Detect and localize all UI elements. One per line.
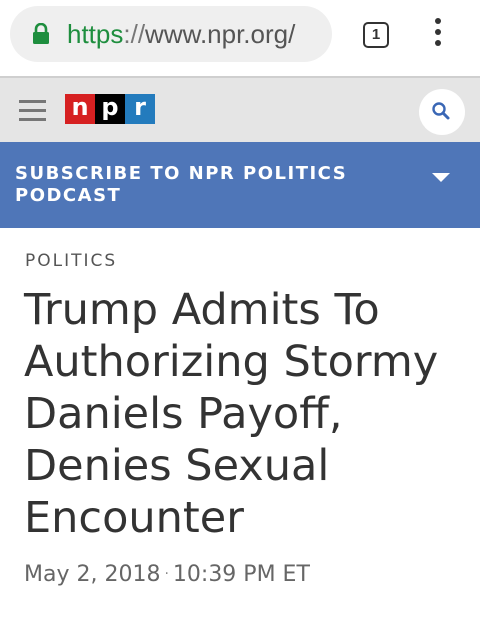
lock-icon xyxy=(33,23,49,44)
publish-time: 10:39 PM ET xyxy=(172,562,310,587)
subscribe-label: SUBSCRIBE TO NPR POLITICS PODCAST xyxy=(15,163,348,206)
section-label[interactable]: POLITICS xyxy=(25,251,117,271)
logo-letter-r: r xyxy=(125,94,155,124)
search-icon xyxy=(432,102,450,120)
article-headline: Trump Admits To Authorizing Stormy Danie… xyxy=(24,285,439,543)
npr-logo[interactable]: n p r xyxy=(65,94,155,124)
subscribe-banner[interactable]: SUBSCRIBE TO NPR POLITICS PODCAST xyxy=(0,142,480,228)
logo-letter-p: p xyxy=(95,94,125,124)
url-host: www.npr.org/ xyxy=(145,19,296,49)
date-separator: · xyxy=(164,566,169,582)
hamburger-icon[interactable] xyxy=(19,100,46,122)
address-bar[interactable]: https://www.npr.org/ xyxy=(10,6,332,62)
site-header: n p r xyxy=(0,76,480,142)
logo-letter-n: n xyxy=(65,94,95,124)
publish-date: May 2, 2018 xyxy=(24,562,161,587)
tab-switcher-button[interactable]: 1 xyxy=(363,22,389,48)
chevron-down-icon[interactable] xyxy=(429,170,453,184)
dateline: May 2, 2018 · 10:39 PM ET xyxy=(24,562,310,587)
url-text[interactable]: https://www.npr.org/ xyxy=(67,6,295,62)
browser-toolbar: https://www.npr.org/ 1 xyxy=(0,0,480,76)
url-separator: :// xyxy=(123,19,146,49)
url-scheme: https xyxy=(67,19,124,49)
more-vert-icon[interactable] xyxy=(428,18,448,52)
search-button[interactable] xyxy=(419,89,465,135)
